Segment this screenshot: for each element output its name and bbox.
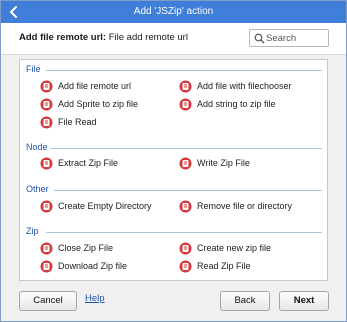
jszip-action-icon <box>40 242 53 255</box>
selected-action-description: File add remote url <box>106 32 188 43</box>
item-label: Remove file or directory <box>197 201 293 211</box>
dialog-header: Add file remote url: File add remote url… <box>1 23 346 55</box>
jszip-action-icon <box>40 200 53 213</box>
next-button[interactable]: Next <box>279 291 329 311</box>
item-label: Extract Zip File <box>58 158 119 168</box>
item-label: Read Zip File <box>197 261 251 271</box>
jszip-action-icon <box>179 98 192 111</box>
jszip-action-icon <box>179 80 192 93</box>
item-label: Download Zip file <box>58 261 128 271</box>
jszip-action-icon <box>40 260 53 273</box>
section-divider <box>46 232 322 233</box>
jszip-action-icon <box>40 116 53 129</box>
jszip-action-icon <box>179 242 192 255</box>
search-input[interactable]: Search <box>249 29 329 47</box>
title-bar: Add 'JSZip' action <box>1 1 346 23</box>
section-node: Node <box>26 142 322 152</box>
jszip-action-icon <box>179 157 192 170</box>
item-label: Create Empty Directory <box>58 201 152 211</box>
dialog-window: Add 'JSZip' action Add file remote url: … <box>0 0 347 322</box>
section-zip: Zip <box>26 226 322 236</box>
jszip-action-icon <box>179 200 192 213</box>
item-label: File Read <box>58 117 97 127</box>
item-label: Create new zip file <box>197 243 272 253</box>
section-divider <box>46 70 322 71</box>
dialog-footer: Cancel Help Back Next <box>1 287 346 321</box>
item-label: Write Zip File <box>197 158 250 168</box>
back-button[interactable]: Back <box>220 291 270 311</box>
section-file: File <box>26 64 322 74</box>
section-file-title: File <box>26 64 41 74</box>
search-placeholder: Search <box>266 33 297 44</box>
actions-list-panel: File Add file remote url Add file with f… <box>19 59 328 281</box>
section-other-title: Other <box>26 184 49 194</box>
section-divider <box>50 148 322 149</box>
item-label: Add file remote url <box>58 81 132 91</box>
section-zip-title: Zip <box>26 226 39 236</box>
item-label: Add file with filechooser <box>197 81 292 91</box>
cancel-button[interactable]: Cancel <box>19 291 77 311</box>
item-label: Close Zip File <box>58 243 114 253</box>
section-node-title: Node <box>26 142 48 152</box>
section-other: Other <box>26 184 322 194</box>
help-link[interactable]: Help <box>85 293 105 304</box>
section-divider <box>54 190 322 191</box>
jszip-action-icon <box>179 260 192 273</box>
search-icon <box>254 33 265 44</box>
window-title: Add 'JSZip' action <box>133 6 214 17</box>
item-label: Add Sprite to zip file <box>58 99 139 109</box>
jszip-action-icon <box>40 98 53 111</box>
selected-action-label: Add file remote url: File add remote url <box>19 32 188 43</box>
item-label: Add string to zip file <box>197 99 276 109</box>
jszip-action-icon <box>40 80 53 93</box>
selected-action-name: Add file remote url: <box>19 32 107 43</box>
jszip-action-icon <box>40 157 53 170</box>
